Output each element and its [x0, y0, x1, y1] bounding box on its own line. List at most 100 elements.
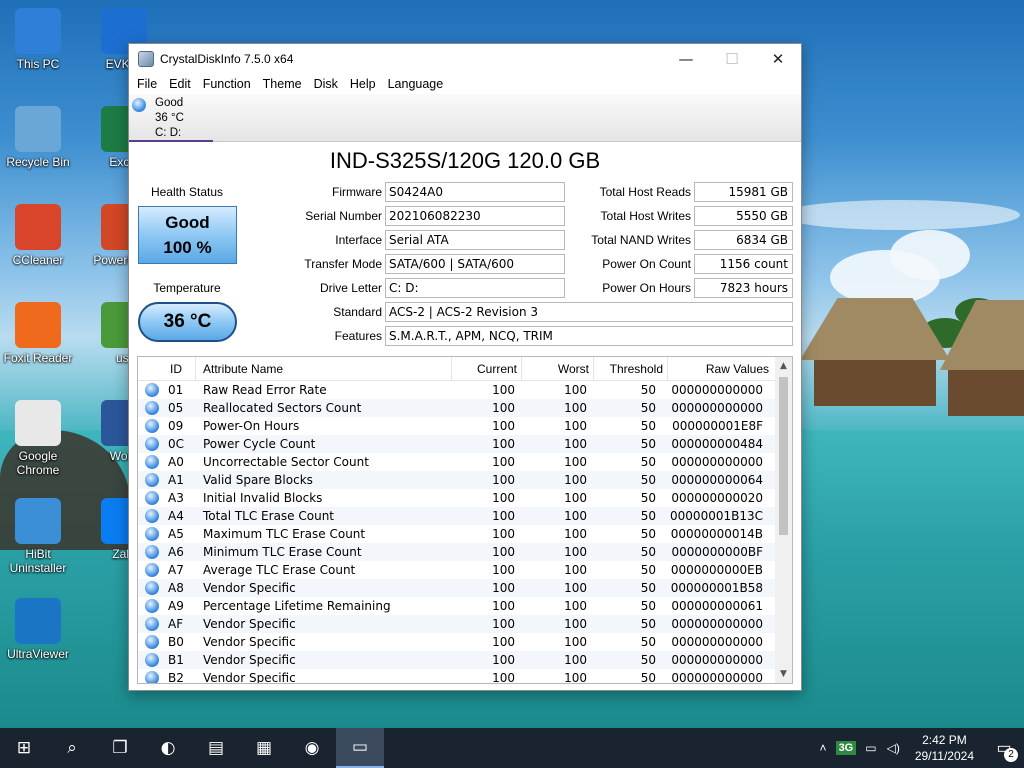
- close-button[interactable]: ✕: [755, 44, 801, 74]
- desktop-app-icon: [15, 8, 61, 54]
- scroll-down-icon[interactable]: ▼: [775, 669, 792, 679]
- cell-current: 100: [492, 437, 515, 451]
- notification-center-icon[interactable]: ▭ 2: [984, 738, 1024, 762]
- title-bar[interactable]: CrystalDiskInfo 7.5.0 x64 — ☐ ✕: [129, 44, 801, 74]
- standard-field: ACS-2 | ACS-2 Revision 3: [385, 302, 793, 322]
- clock-date: 29/11/2024: [914, 749, 974, 763]
- cell-current: 100: [492, 527, 515, 541]
- desktop-icon-label: This PC: [16, 57, 60, 71]
- table-row[interactable]: AF Vendor Specific 100 100 50 000000000000: [138, 615, 792, 633]
- cell-attribute-name: Raw Read Error Rate: [203, 383, 327, 397]
- health-status-button[interactable]: Good 100 %: [138, 206, 237, 264]
- cell-raw-value: 000000000000: [671, 401, 763, 415]
- status-dot-icon: [138, 635, 166, 649]
- start-button[interactable]: ⊞: [0, 728, 48, 768]
- table-row[interactable]: 0C Power Cycle Count 100 100 50 000000000484: [138, 435, 792, 453]
- table-row[interactable]: 09 Power-On Hours 100 100 50 000000001E8F: [138, 417, 792, 435]
- file-explorer-button[interactable]: ▤: [192, 728, 240, 768]
- desktop-app-icon: [15, 106, 61, 152]
- cell-threshold: 50: [640, 617, 656, 631]
- menu-language[interactable]: Language: [384, 77, 452, 91]
- table-row[interactable]: A9 Percentage Lifetime Remaining 100 100 50 0…: [138, 597, 792, 615]
- desktop-icon[interactable]: Foxit Reader: [0, 302, 76, 365]
- clock[interactable]: 2:42 PM 29/11/2024: [905, 732, 984, 764]
- app-icon: [138, 51, 154, 67]
- desktop-icon[interactable]: CCleaner: [0, 204, 76, 267]
- table-row[interactable]: A8 Vendor Specific 100 100 50 000000001B58: [138, 579, 792, 597]
- disk-model: IND-S325S/120G 120.0 GB: [329, 148, 601, 173]
- cell-id: A5: [168, 527, 184, 541]
- desktop-icon[interactable]: This PC: [0, 8, 76, 71]
- menu-help[interactable]: Help: [346, 77, 384, 91]
- cell-id: A6: [168, 545, 184, 559]
- standard-label: Standard: [333, 305, 382, 319]
- table-row[interactable]: B2 Vendor Specific 100 100 50 000000000000: [138, 669, 792, 683]
- network-icon[interactable]: ▭: [860, 741, 881, 755]
- header-current[interactable]: Current: [452, 357, 522, 381]
- cell-attribute-name: Initial Invalid Blocks: [203, 491, 323, 505]
- table-row[interactable]: A1 Valid Spare Blocks 100 100 50 000000000064: [138, 471, 792, 489]
- scroll-thumb[interactable]: [779, 377, 788, 535]
- header-id[interactable]: ID: [166, 357, 196, 381]
- table-row[interactable]: 01 Raw Read Error Rate 100 100 50 00000000000…: [138, 381, 792, 399]
- table-row[interactable]: A6 Minimum TLC Erase Count 100 100 50 0000000…: [138, 543, 792, 561]
- table-row[interactable]: B0 Vendor Specific 100 100 50 000000000000: [138, 633, 792, 651]
- cell-worst: 100: [564, 617, 587, 631]
- desktop-icon[interactable]: Recycle Bin: [0, 106, 76, 169]
- desktop-icon[interactable]: UltraViewer: [0, 598, 76, 661]
- cell-attribute-name: Uncorrectable Sector Count: [203, 455, 369, 469]
- cell-worst: 100: [564, 599, 587, 613]
- header-raw-values[interactable]: Raw Values: [668, 357, 773, 381]
- serial-number-label: Serial Number: [305, 209, 382, 223]
- store-button[interactable]: ▦: [240, 728, 288, 768]
- table-row[interactable]: A0 Uncorrectable Sector Count 100 100 50 0000…: [138, 453, 792, 471]
- temperature-button[interactable]: 36 °C: [138, 302, 237, 342]
- maximize-button[interactable]: ☐: [709, 44, 755, 74]
- menu-function[interactable]: Function: [199, 77, 259, 91]
- task-view-button[interactable]: ❐: [96, 728, 144, 768]
- cell-threshold: 50: [640, 455, 656, 469]
- table-row[interactable]: 05 Reallocated Sectors Count 100 100 50 00000…: [138, 399, 792, 417]
- header-attribute-name[interactable]: Attribute Name: [196, 357, 452, 381]
- notification-count: 2: [1004, 748, 1018, 762]
- cell-id: A1: [168, 473, 184, 487]
- header-worst[interactable]: Worst: [522, 357, 594, 381]
- power-on-count-label: Power On Count: [602, 257, 691, 271]
- edge-button[interactable]: ◐: [144, 728, 192, 768]
- show-hidden-icons-icon[interactable]: ˄: [815, 741, 832, 755]
- disk-tab[interactable]: Good 36 °C C: D:: [129, 96, 213, 142]
- crystaldiskinfo-button[interactable]: ▭: [336, 728, 384, 768]
- menu-file[interactable]: File: [133, 77, 165, 91]
- power-on-hours-label: Power On Hours: [602, 281, 691, 295]
- cell-attribute-name: Vendor Specific: [203, 653, 296, 667]
- table-row[interactable]: A3 Initial Invalid Blocks 100 100 50 00000000…: [138, 489, 792, 507]
- menu-disk[interactable]: Disk: [310, 77, 346, 91]
- status-dot-icon: [138, 545, 166, 559]
- search-button[interactable]: ⌕: [48, 728, 96, 768]
- features-label: Features: [334, 329, 382, 343]
- table-row[interactable]: B1 Vendor Specific 100 100 50 000000000000: [138, 651, 792, 669]
- cell-id: A4: [168, 509, 184, 523]
- network-badge[interactable]: 3G: [835, 741, 857, 755]
- table-row[interactable]: A7 Average TLC Erase Count 100 100 50 0000000…: [138, 561, 792, 579]
- menu-edit[interactable]: Edit: [165, 77, 199, 91]
- cell-attribute-name: Total TLC Erase Count: [203, 509, 335, 523]
- desktop-icon[interactable]: Google Chrome: [0, 400, 76, 477]
- table-row[interactable]: A5 Maximum TLC Erase Count 100 100 50 0000000…: [138, 525, 792, 543]
- chrome-button[interactable]: ◉: [288, 728, 336, 768]
- volume-icon[interactable]: ◁): [882, 741, 905, 755]
- cell-attribute-name: Power Cycle Count: [203, 437, 316, 451]
- table-row[interactable]: A4 Total TLC Erase Count 100 100 50 00000001B…: [138, 507, 792, 525]
- cell-current: 100: [492, 455, 515, 469]
- desktop-icon[interactable]: HiBit Uninstaller: [0, 498, 76, 575]
- menu-theme[interactable]: Theme: [259, 77, 310, 91]
- transfer-mode-field: SATA/600 | SATA/600: [385, 254, 565, 274]
- minimize-button[interactable]: —: [663, 44, 709, 74]
- scroll-up-icon[interactable]: ▲: [775, 361, 792, 371]
- header-threshold[interactable]: Threshold: [594, 357, 668, 381]
- cell-current: 100: [492, 617, 515, 631]
- table-scrollbar[interactable]: ▲ ▼: [775, 357, 792, 683]
- clock-time: 2:42 PM: [922, 733, 967, 747]
- cell-worst: 100: [564, 383, 587, 397]
- cell-current: 100: [492, 581, 515, 595]
